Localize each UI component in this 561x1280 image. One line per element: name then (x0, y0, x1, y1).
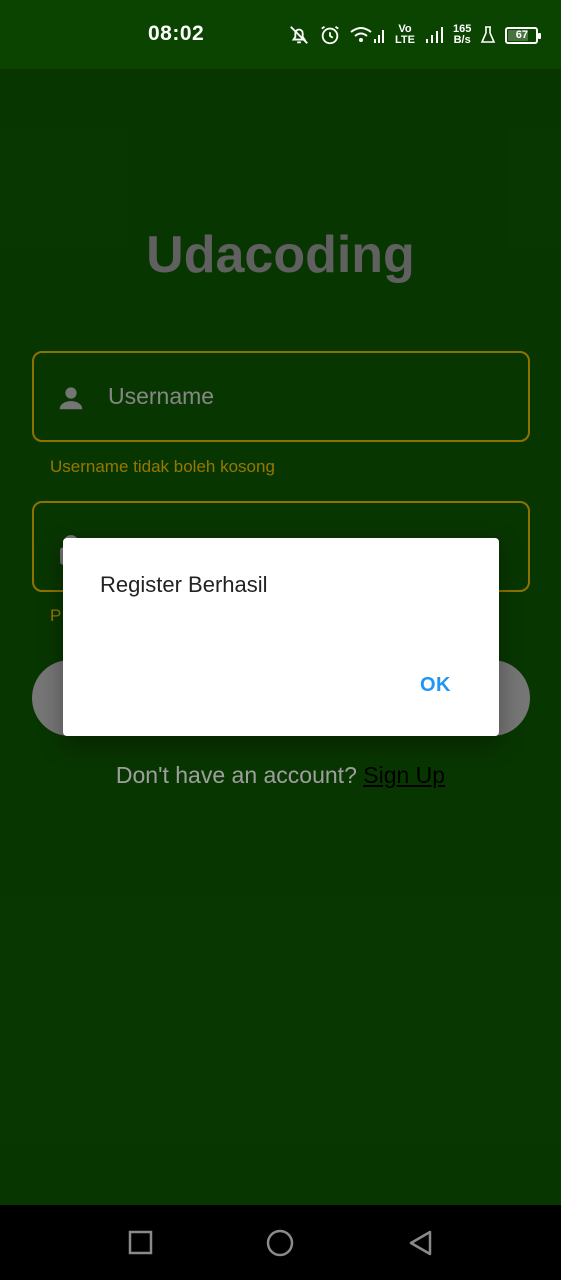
ok-button[interactable]: OK (402, 670, 469, 701)
status-time: 08:02 (148, 22, 205, 45)
notifications-off-icon (288, 24, 310, 46)
volte-indicator: Vo LTE (395, 24, 415, 46)
wifi-signal-icon (350, 24, 386, 46)
network-speed: 165 B/s (453, 24, 471, 46)
alert-dialog: Register Berhasil OK (63, 538, 499, 736)
battery-percent: 67 (515, 29, 528, 41)
circle-icon[interactable] (265, 1228, 295, 1258)
battery-icon: 67 (505, 26, 542, 44)
square-icon[interactable] (126, 1228, 156, 1258)
alarm-icon (319, 24, 341, 46)
dialog-title: Register Berhasil (100, 572, 268, 597)
speed-unit: B/s (453, 34, 471, 46)
cell-signal-icon (424, 24, 444, 46)
status-icons: Vo LTE 165 B/s 67 (288, 18, 542, 52)
status-bar: 08:02 Vo LTE 165 B/s 67 (0, 0, 561, 69)
volte-bottom: LTE (395, 34, 415, 46)
flask-icon (480, 25, 496, 45)
navigation-bar (0, 1205, 561, 1280)
triangle-back-icon[interactable] (406, 1228, 436, 1258)
